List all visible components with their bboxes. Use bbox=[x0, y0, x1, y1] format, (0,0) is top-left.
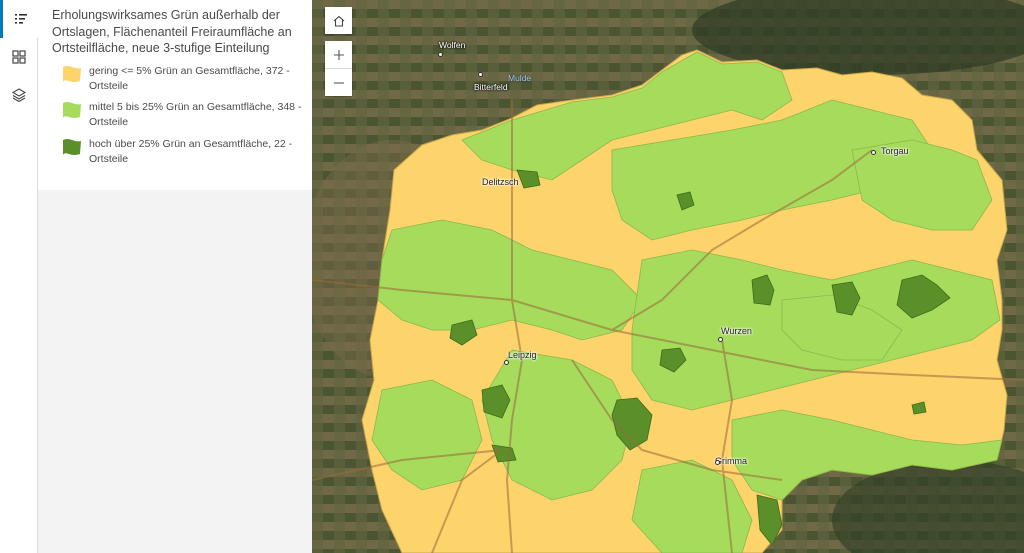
place-dot-leipzig bbox=[504, 360, 509, 365]
zoom-in-button[interactable] bbox=[325, 41, 352, 68]
home-button[interactable] bbox=[325, 7, 352, 34]
legend-icon bbox=[14, 14, 27, 24]
map-view[interactable]: Wolfen Bitterfeld Mulde Delitzsch Torgau… bbox=[312, 0, 1024, 553]
legend-item-mid: mittel 5 bis 25% Grün an Gesamtfläche, 3… bbox=[62, 100, 302, 130]
zoom-in-icon bbox=[333, 49, 344, 60]
legend-item-low: gering <= 5% Grün an Gesamtfläche, 372 -… bbox=[62, 64, 302, 94]
legend-label-low: gering <= 5% Grün an Gesamtfläche, 372 -… bbox=[89, 65, 290, 92]
map-canvas bbox=[312, 0, 1024, 553]
place-label-wolfen: Wolfen bbox=[439, 40, 466, 50]
layers-icon bbox=[11, 88, 27, 103]
zoom-out-button[interactable] bbox=[325, 69, 352, 96]
basemap-gallery-icon bbox=[12, 50, 26, 64]
place-label-leipzig: Leipzig bbox=[508, 350, 537, 360]
legend-button[interactable] bbox=[0, 0, 38, 38]
legend-item-high: hoch über 25% Grün an Gesamtfläche, 22 -… bbox=[62, 137, 302, 167]
legend-label-high: hoch über 25% Grün an Gesamtfläche, 22 -… bbox=[89, 138, 293, 165]
zoom-out-icon bbox=[333, 81, 344, 84]
legend-swatch-mid bbox=[62, 100, 82, 120]
legend-panel: Erholungswirksames Grün außerhalb der Or… bbox=[38, 0, 312, 553]
legend-card: Erholungswirksames Grün außerhalb der Or… bbox=[38, 0, 312, 190]
legend-title: Erholungswirksames Grün außerhalb der Or… bbox=[52, 8, 292, 55]
basemap-gallery-button[interactable] bbox=[0, 38, 38, 76]
layers-button[interactable] bbox=[0, 76, 38, 114]
place-dot-bitterfeld bbox=[478, 72, 483, 77]
app-window: Erholungswirksames Grün außerhalb der Or… bbox=[0, 0, 1024, 553]
legend-swatch-high bbox=[62, 137, 82, 157]
home-icon bbox=[333, 15, 344, 27]
place-dot-grimma bbox=[715, 460, 720, 465]
place-label-wurzen: Wurzen bbox=[721, 326, 752, 336]
place-label-delitzsch: Delitzsch bbox=[482, 177, 519, 187]
legend-label-mid: mittel 5 bis 25% Grün an Gesamtfläche, 3… bbox=[89, 101, 302, 128]
place-label-torgau: Torgau bbox=[881, 146, 909, 156]
action-bar bbox=[0, 0, 38, 553]
place-dot-wolfen bbox=[438, 52, 443, 57]
legend-swatch-low bbox=[62, 64, 82, 84]
place-label-mulde: Mulde bbox=[508, 73, 532, 83]
place-label-bitterfeld: Bitterfeld bbox=[474, 82, 508, 92]
place-dot-wurzen bbox=[718, 337, 723, 342]
place-dot-torgau bbox=[871, 150, 876, 155]
